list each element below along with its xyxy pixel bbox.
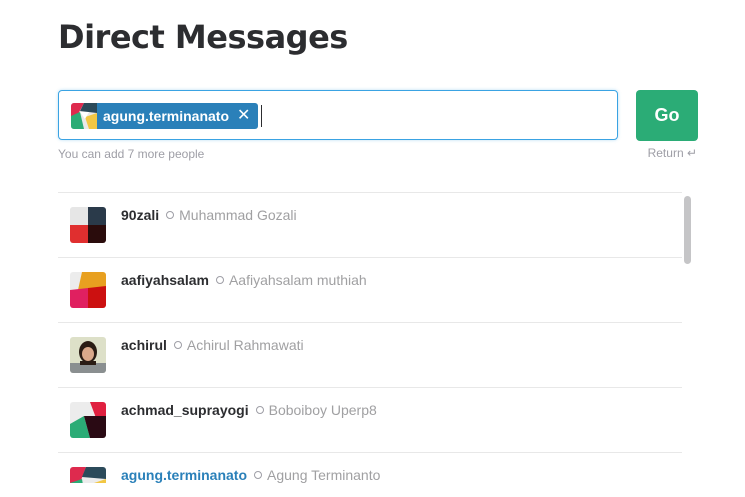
text-caret [261,105,262,127]
real-name: Aafiyahsalam muthiah [228,272,367,288]
real-name: Boboiboy Uperp8 [268,402,377,418]
username: achmad_suprayogi [121,402,249,418]
user-avatar-icon [70,207,106,243]
real-name: Achirul Rahmawati [186,337,304,353]
token-avatar-icon [71,103,97,129]
user-row[interactable]: achmad_suprayogi Boboiboy Uperp8 [58,388,682,453]
recipient-input[interactable]: agung.terminanato ✕ [58,90,618,140]
away-status-icon [255,406,264,415]
list-scrollbar[interactable] [684,196,692,476]
recipient-limit-hint: You can add 7 more people [58,147,205,161]
token-label: agung.terminanato [103,108,230,124]
user-row[interactable]: aafiyahsalam Aafiyahsalam muthiah [58,258,682,323]
user-row[interactable]: agung.terminanato Agung Terminanto [58,453,682,483]
away-status-icon [173,341,182,350]
user-list: 90zali Muhammad Gozali aafiyahsalam Aafiya… [58,192,682,483]
return-hint: Return ↵ [647,146,697,160]
user-avatar-icon [70,467,106,483]
remove-token-icon[interactable]: ✕ [237,108,250,124]
away-status-icon [254,471,263,480]
away-status-icon [166,211,175,220]
real-name: Muhammad Gozali [179,207,297,223]
username: 90zali [121,207,160,223]
scrollbar-thumb[interactable] [684,196,691,264]
user-avatar-icon [70,272,106,308]
user-avatar-icon [70,402,106,438]
away-status-icon [215,276,224,285]
recipient-token[interactable]: agung.terminanato ✕ [71,103,259,129]
page-title: Direct Messages [58,18,348,56]
username: achirul [121,337,167,353]
user-row[interactable]: achirul Achirul Rahmawati [58,323,682,388]
username: agung.terminanato [121,467,248,483]
go-button[interactable]: Go [636,90,698,141]
user-row[interactable]: 90zali Muhammad Gozali [58,193,682,258]
username: aafiyahsalam [121,272,209,288]
user-photo-icon [70,337,106,373]
real-name: Agung Terminanto [267,467,381,483]
